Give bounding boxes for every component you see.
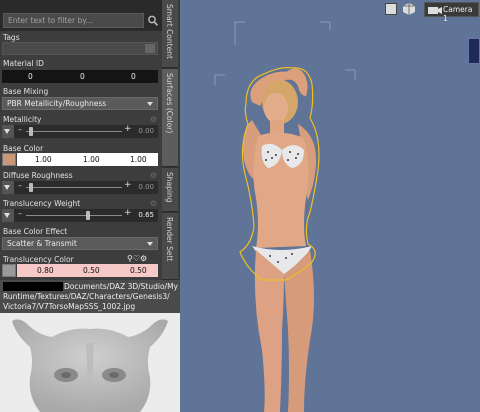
increment-button[interactable]: +	[124, 180, 132, 190]
base-color-b[interactable]: 1.00	[130, 155, 147, 164]
tags-label: Tags	[3, 33, 20, 42]
base-mixing-dropdown[interactable]: PBR Metallicity/Roughness	[2, 97, 158, 110]
texture-map-thumbnail[interactable]	[2, 264, 16, 277]
translucency-color-r[interactable]: 0.80	[37, 266, 54, 275]
slider-knob[interactable]	[29, 127, 33, 136]
base-color-effect-value: Scatter & Transmit	[7, 239, 77, 248]
base-color-field[interactable]: 1.00 1.00 1.00	[2, 153, 158, 166]
slider-knob[interactable]	[29, 183, 33, 192]
texture-map-preview	[0, 313, 180, 412]
decrement-button[interactable]: –	[18, 125, 22, 134]
material-id-b[interactable]: 0	[131, 72, 136, 81]
slider-menu-icon[interactable]	[4, 185, 10, 190]
view-toggle-icon[interactable]	[385, 3, 397, 15]
translucency-weight-value[interactable]: 0.65	[138, 211, 154, 219]
diffuse-roughness-label: Diffuse Roughness	[3, 171, 73, 180]
decrement-button[interactable]: –	[18, 181, 22, 190]
increment-button[interactable]: +	[124, 208, 132, 218]
translucency-weight-slider[interactable]: – + 0.65	[2, 208, 158, 222]
draw-style-icon[interactable]	[402, 2, 416, 16]
base-color-label: Base Color	[3, 144, 44, 153]
filter-input[interactable]	[3, 13, 144, 28]
search-button[interactable]	[146, 13, 160, 28]
base-color-effect-label: Base Color Effect	[3, 227, 68, 236]
translucency-color-label: Translucency Color	[3, 255, 74, 264]
chevron-down-icon	[147, 242, 153, 246]
base-color-effect-dropdown[interactable]: Scatter & Transmit	[2, 237, 158, 250]
material-id-label: Material ID	[3, 59, 44, 68]
metallicity-value[interactable]: 0.00	[138, 127, 154, 135]
decrement-button[interactable]: –	[18, 209, 22, 218]
translucency-weight-label: Translucency Weight	[3, 199, 81, 208]
slider-menu-icon[interactable]	[4, 213, 10, 218]
texture-path-line: Runtime/Textures/DAZ/Characters/Genesis3…	[3, 292, 170, 301]
3d-viewport[interactable]: Camera 1	[180, 0, 480, 412]
tab-shaping[interactable]: Shaping	[162, 168, 178, 212]
pane-tabs: Smart Content Surfaces (Color) Shaping R…	[162, 0, 178, 280]
gear-icon[interactable]: ⚙	[140, 254, 147, 263]
camera-icon	[428, 7, 442, 14]
viewport-scene	[214, 21, 356, 412]
material-id-r[interactable]: 0	[28, 72, 33, 81]
tags-field[interactable]	[2, 42, 158, 55]
heart-icon[interactable]: ♡	[133, 254, 140, 263]
gear-icon[interactable]: ⚙	[150, 199, 157, 208]
gear-icon[interactable]: ⚙	[150, 171, 157, 180]
gear-icon[interactable]: ⚙	[150, 115, 157, 124]
material-id-field[interactable]: 0 0 0	[2, 70, 158, 83]
base-color-r[interactable]: 1.00	[35, 155, 52, 164]
base-mixing-label: Base Mixing	[3, 87, 49, 96]
slider-menu-icon[interactable]	[4, 129, 10, 134]
tab-render-settings[interactable]: Render Sett	[162, 213, 178, 280]
base-mixing-value: PBR Metallicity/Roughness	[7, 99, 107, 108]
filter-bar	[0, 0, 162, 31]
metallicity-slider[interactable]: – + 0.00	[2, 124, 158, 138]
viewport-toolbar: Camera 1	[180, 0, 480, 23]
camera-label: Camera 1	[443, 5, 473, 23]
tab-surfaces[interactable]: Surfaces (Color)	[162, 69, 178, 167]
redacted-path-segment	[3, 282, 63, 291]
metallicity-label: Metallicity	[3, 115, 42, 124]
diffuse-roughness-slider[interactable]: – + 0.00	[2, 180, 158, 194]
texture-path-line: Victoria7/V7TorsoMapSSS_1002.jpg	[3, 302, 136, 311]
diffuse-roughness-value[interactable]: 0.00	[138, 183, 154, 191]
view-cube[interactable]	[468, 38, 480, 64]
translucency-color-b[interactable]: 0.50	[130, 266, 147, 275]
chevron-down-icon	[147, 102, 153, 106]
search-icon	[148, 15, 159, 26]
translucency-color-g[interactable]: 0.50	[83, 266, 100, 275]
daz-studio-window: Tags Material ID 0 0 0 Base Mixing PBR M…	[0, 0, 480, 412]
camera-select-button[interactable]: Camera 1	[424, 2, 479, 23]
slider-knob[interactable]	[86, 211, 91, 220]
translucency-color-actions: ⚲♡⚙	[127, 254, 159, 263]
tab-smart-content[interactable]: Smart Content	[162, 0, 178, 68]
increment-button[interactable]: +	[124, 124, 132, 134]
material-id-g[interactable]: 0	[80, 72, 85, 81]
base-color-g[interactable]: 1.00	[83, 155, 100, 164]
surfaces-property-panel: Tags Material ID 0 0 0 Base Mixing PBR M…	[0, 0, 162, 280]
translucency-color-field[interactable]: 0.80 0.50 0.50	[2, 264, 158, 277]
tags-scroll-handle[interactable]	[145, 44, 155, 53]
texture-map-thumbnail[interactable]	[2, 153, 16, 166]
